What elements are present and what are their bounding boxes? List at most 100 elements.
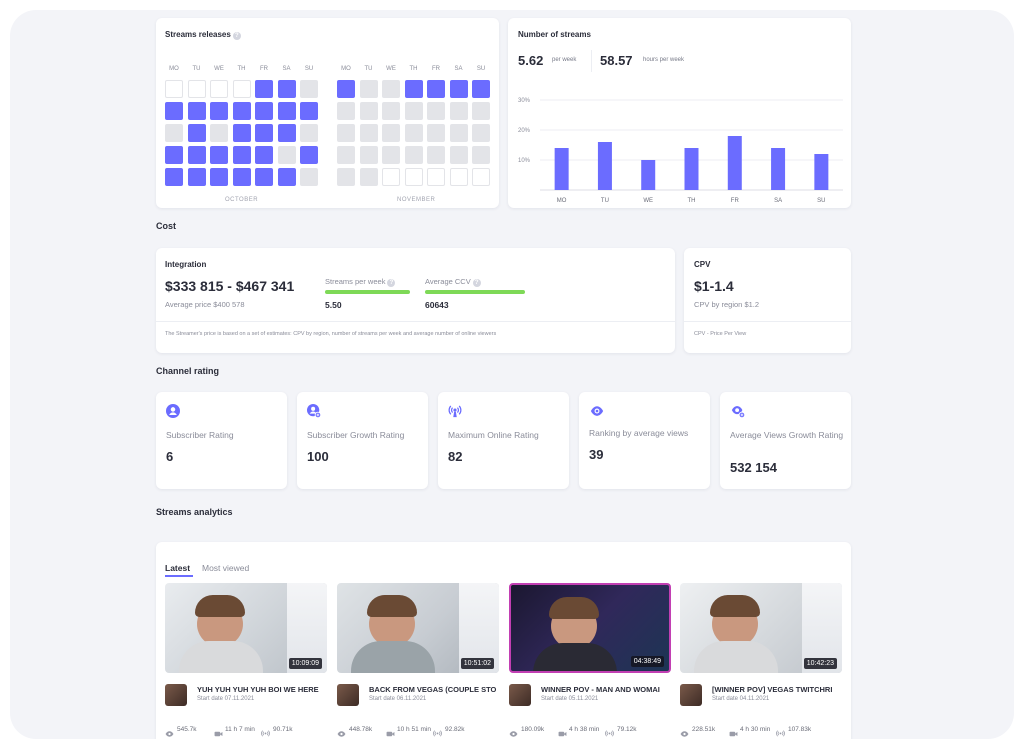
day-cell[interactable] xyxy=(449,80,468,98)
day-cell[interactable] xyxy=(255,124,273,142)
integration-title: Integration xyxy=(165,260,207,269)
day-cell[interactable] xyxy=(165,168,183,186)
day-cell[interactable] xyxy=(382,168,400,186)
help-icon[interactable]: ? xyxy=(472,279,481,287)
day-cell[interactable] xyxy=(210,80,228,98)
video-title[interactable]: YUH YUH YUH YUH BOI WE HERE xyxy=(197,685,327,694)
day-cell[interactable] xyxy=(427,124,445,142)
day-cell[interactable] xyxy=(382,124,400,142)
day-cell[interactable] xyxy=(277,168,296,186)
day-cell[interactable] xyxy=(232,146,251,164)
day-cell[interactable] xyxy=(382,146,400,164)
weekday-label: SA xyxy=(282,66,291,72)
streamer-hair xyxy=(710,595,760,617)
day-cell[interactable] xyxy=(472,146,490,164)
day-cell[interactable] xyxy=(359,168,378,186)
day-cell[interactable] xyxy=(232,102,251,120)
day-cell[interactable] xyxy=(359,146,378,164)
tab-latest[interactable]: Latest xyxy=(165,563,190,573)
day-cell[interactable] xyxy=(404,102,423,120)
day-cell[interactable] xyxy=(449,102,468,120)
video-thumbnail[interactable]: 10:09:09 xyxy=(165,583,327,673)
day-cell[interactable] xyxy=(359,124,378,142)
day-cell[interactable] xyxy=(277,146,296,164)
day-cell[interactable] xyxy=(359,102,378,120)
day-cell[interactable] xyxy=(232,168,251,186)
bar-tu[interactable] xyxy=(597,142,612,190)
day-cell[interactable] xyxy=(187,124,206,142)
video-title[interactable]: WINNER POV - MAN AND WOMAI xyxy=(541,685,671,694)
day-cell[interactable] xyxy=(165,102,183,120)
day-cell[interactable] xyxy=(404,168,423,186)
day-cell[interactable] xyxy=(277,102,296,120)
day-cell[interactable] xyxy=(359,80,378,98)
day-cell[interactable] xyxy=(337,102,355,120)
day-cell[interactable] xyxy=(255,146,273,164)
day-cell[interactable] xyxy=(300,80,318,98)
day-cell[interactable] xyxy=(277,124,296,142)
day-cell[interactable] xyxy=(210,124,228,142)
day-cell[interactable] xyxy=(210,102,228,120)
streamer-hair xyxy=(549,597,599,619)
day-cell[interactable] xyxy=(337,124,355,142)
day-cell[interactable] xyxy=(449,168,468,186)
day-cell[interactable] xyxy=(300,168,318,186)
day-cell[interactable] xyxy=(427,168,445,186)
bar-th[interactable] xyxy=(684,148,699,190)
bar-fr[interactable] xyxy=(727,136,742,190)
day-cell[interactable] xyxy=(255,168,273,186)
day-cell[interactable] xyxy=(337,168,355,186)
day-cell[interactable] xyxy=(404,124,423,142)
bar-mo[interactable] xyxy=(554,148,569,190)
day-cell[interactable] xyxy=(427,146,445,164)
day-cell[interactable] xyxy=(427,80,445,98)
day-cell[interactable] xyxy=(165,80,183,98)
day-cell[interactable] xyxy=(449,146,468,164)
day-cell[interactable] xyxy=(404,80,423,98)
day-cell[interactable] xyxy=(210,146,228,164)
help-icon[interactable]: ? xyxy=(232,32,241,40)
rating-card: Ranking by average views 39 xyxy=(579,392,710,489)
day-cell[interactable] xyxy=(404,146,423,164)
day-cell[interactable] xyxy=(165,124,183,142)
day-cell[interactable] xyxy=(187,146,206,164)
day-cell[interactable] xyxy=(300,146,318,164)
day-cell[interactable] xyxy=(427,102,445,120)
day-cell[interactable] xyxy=(337,146,355,164)
bar-we[interactable] xyxy=(641,160,656,190)
day-cell[interactable] xyxy=(255,102,273,120)
tab-most-viewed[interactable]: Most viewed xyxy=(202,563,249,573)
day-cell[interactable] xyxy=(337,80,355,98)
day-cell[interactable] xyxy=(232,80,251,98)
day-cell[interactable] xyxy=(187,168,206,186)
bar-sa[interactable] xyxy=(771,148,786,190)
views-count: 448.78k xyxy=(349,726,373,733)
day-cell[interactable] xyxy=(382,102,400,120)
duration-badge: 10:42:23 xyxy=(803,658,837,669)
streams-analytics-section-title: Streams analytics xyxy=(156,507,233,517)
day-cell[interactable] xyxy=(449,124,468,142)
day-cell[interactable] xyxy=(187,80,206,98)
day-cell[interactable] xyxy=(300,124,318,142)
day-cell[interactable] xyxy=(165,146,183,164)
day-cell[interactable] xyxy=(300,102,318,120)
day-cell[interactable] xyxy=(255,80,273,98)
day-cell[interactable] xyxy=(187,102,206,120)
video-thumbnail[interactable]: 10:42:23 xyxy=(680,583,842,673)
bar-su[interactable] xyxy=(814,154,829,190)
video-thumbnail[interactable]: 10:51:02 xyxy=(337,583,499,673)
day-cell[interactable] xyxy=(210,168,228,186)
day-cell[interactable] xyxy=(472,124,490,142)
y-tick-label: 20% xyxy=(518,128,531,134)
video-title[interactable]: BACK FROM VEGAS (COUPLE STO xyxy=(369,685,499,694)
weekday-label: MO xyxy=(169,66,179,72)
day-cell[interactable] xyxy=(472,80,490,98)
help-icon[interactable]: ? xyxy=(387,279,396,287)
day-cell[interactable] xyxy=(382,80,400,98)
day-cell[interactable] xyxy=(277,80,296,98)
video-title[interactable]: [WINNER POV] VEGAS TWITCHRI xyxy=(712,685,842,694)
video-thumbnail[interactable]: 04:38:49 xyxy=(509,583,671,673)
day-cell[interactable] xyxy=(472,102,490,120)
day-cell[interactable] xyxy=(232,124,251,142)
day-cell[interactable] xyxy=(472,168,490,186)
